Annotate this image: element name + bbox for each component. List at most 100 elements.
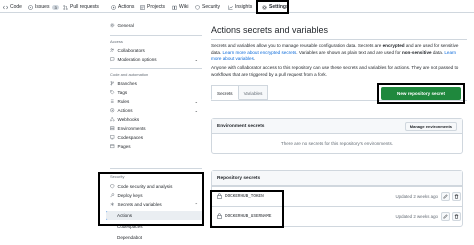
- sidebar-heading-code-automation: Code and automation: [110, 72, 149, 77]
- sidebar-item-tags[interactable]: Tags: [106, 88, 204, 97]
- desc-text: Secrets and variables allow you to manag…: [211, 43, 383, 48]
- tab-label: Pull requests: [70, 4, 99, 10]
- code-icon: [3, 5, 8, 9]
- environment-secrets-header: Environment secrets Manage environments: [212, 119, 462, 134]
- desc-bold: encrypted: [382, 43, 405, 48]
- browser-icon: [110, 144, 115, 149]
- sidebar-item-general[interactable]: General: [106, 21, 204, 30]
- sidebar-item-rules[interactable]: Rules ⌄: [106, 97, 204, 106]
- sidebar-item-collaborators[interactable]: Collaborators: [106, 46, 204, 55]
- tab-label: Code: [10, 4, 22, 10]
- sidebar-item-branches[interactable]: Branches: [106, 79, 204, 88]
- tab-label: Insights: [235, 4, 253, 10]
- environment-secrets-title: Environment secrets: [217, 124, 265, 129]
- sidebar-item-moderation[interactable]: Moderation options ⌄: [106, 55, 204, 64]
- pull-request-icon: [63, 4, 68, 10]
- pencil-icon: [443, 194, 448, 199]
- sidebar-item-label: Branches: [117, 81, 137, 86]
- sidebar-item-actions[interactable]: Actions ⌄: [106, 106, 204, 115]
- trash-icon: [454, 214, 459, 219]
- tab-projects[interactable]: Projects: [140, 2, 165, 12]
- tab-security[interactable]: Security: [195, 2, 220, 12]
- desc-bold: non-sensitive: [401, 49, 432, 55]
- repository-secrets-title: Repository secrets: [217, 176, 261, 181]
- desc-text: .: [253, 56, 256, 61]
- server-icon: [110, 126, 115, 131]
- page-title: Actions secrets and variables: [211, 25, 329, 35]
- desc-text: . Variables are shown as plain text and …: [296, 49, 402, 55]
- sidebar-item-label: Webhooks: [117, 117, 140, 122]
- tab-secrets[interactable]: Secrets: [211, 85, 239, 100]
- description-collaborators: Anyone with collaborator access to this …: [211, 65, 459, 77]
- play-icon: [111, 4, 116, 10]
- sidebar-heading-access: Access: [110, 39, 123, 44]
- tab-pull-requests[interactable]: Pull requests: [63, 2, 99, 12]
- issue-count-badge: 3: [52, 4, 59, 10]
- sidebar-item-codespaces[interactable]: Codespaces: [106, 133, 204, 142]
- manage-environments-button[interactable]: Manage environments: [404, 122, 457, 131]
- tab-label: Issues: [35, 4, 50, 10]
- edit-secret-button[interactable]: [441, 212, 450, 221]
- sidebar-item-label: Collaborators: [117, 48, 145, 53]
- sidebar-divider: [110, 68, 202, 69]
- sidebar-item-environments[interactable]: Environments: [106, 124, 204, 133]
- sidebar-subitem-dependabot[interactable]: Dependabot: [106, 233, 204, 242]
- title-divider: [211, 39, 467, 40]
- environment-secrets-empty: There are no secrets for this repository…: [280, 141, 394, 146]
- tab-actions[interactable]: Actions: [111, 2, 134, 12]
- delete-secret-button[interactable]: [452, 192, 461, 201]
- sidebar-item-label: Dependabot: [117, 235, 143, 240]
- issue-icon: [28, 4, 33, 10]
- secrets-annotation-box: [210, 190, 284, 228]
- tab-label: Wiki: [179, 4, 189, 10]
- tab-label: Projects: [147, 4, 166, 10]
- security-annotation-box: [98, 172, 204, 226]
- people-icon: [110, 48, 114, 53]
- chevron-down-icon: ⌄: [194, 99, 198, 104]
- tab-issues[interactable]: Issues 3: [28, 2, 59, 12]
- shield-icon: [195, 4, 200, 10]
- chevron-down-icon: ⌄: [194, 57, 198, 62]
- table-icon: [140, 4, 145, 10]
- webhook-icon: [110, 117, 115, 122]
- new-secret-annotation-box: [377, 83, 465, 104]
- tag-icon: [110, 90, 115, 95]
- secret-updated: Updated 2 weeks ago: [395, 194, 438, 199]
- gear-icon: [110, 23, 115, 28]
- chevron-down-icon: ⌄: [194, 108, 198, 113]
- sidebar-item-label: Rules: [117, 99, 130, 104]
- pencil-icon: [443, 214, 448, 219]
- learn-secrets-link[interactable]: Learn more about encrypted secrets: [223, 50, 297, 55]
- play-icon: [110, 108, 115, 113]
- trash-icon: [454, 194, 459, 199]
- delete-secret-button[interactable]: [452, 212, 461, 221]
- desc-text: data.: [431, 49, 445, 55]
- settings-annotation-box: [256, 0, 289, 14]
- tab-variables[interactable]: Variables: [238, 85, 269, 100]
- sidebar-item-label: Moderation options: [117, 57, 157, 62]
- repository-secrets-header: Repository secrets: [212, 171, 462, 186]
- tab-wiki[interactable]: Wiki: [172, 2, 188, 12]
- sidebar-item-label: Pages: [117, 144, 131, 149]
- sidebar-item-label: General: [117, 23, 134, 28]
- sidebar-item-pages[interactable]: Pages: [106, 142, 204, 151]
- comment-icon: [110, 57, 115, 62]
- codespaces-icon: [110, 135, 115, 140]
- sidebar-divider: [110, 168, 202, 169]
- description-secrets: Secrets and variables allow you to manag…: [211, 43, 467, 63]
- edit-secret-button[interactable]: [441, 192, 450, 201]
- environment-secrets-box: Environment secrets Manage environments …: [211, 118, 463, 154]
- sidebar-item-label: Environments: [117, 126, 146, 131]
- sidebar-item-label: Codespaces: [117, 135, 144, 140]
- sidebar-item-webhooks[interactable]: Webhooks: [106, 115, 204, 124]
- tab-label: Security: [202, 4, 221, 10]
- secret-updated: Updated 2 weeks ago: [395, 214, 438, 219]
- tab-label: Actions: [118, 4, 135, 10]
- rules-icon: [110, 99, 114, 104]
- tab-insights[interactable]: Insights: [228, 2, 252, 12]
- sidebar-item-label: Actions: [117, 108, 133, 113]
- secrets-variables-tabs: Secrets Variables: [211, 85, 269, 100]
- sidebar-item-label: Tags: [117, 90, 128, 95]
- sidebar-divider: [110, 35, 202, 36]
- tab-code[interactable]: Code: [3, 2, 22, 12]
